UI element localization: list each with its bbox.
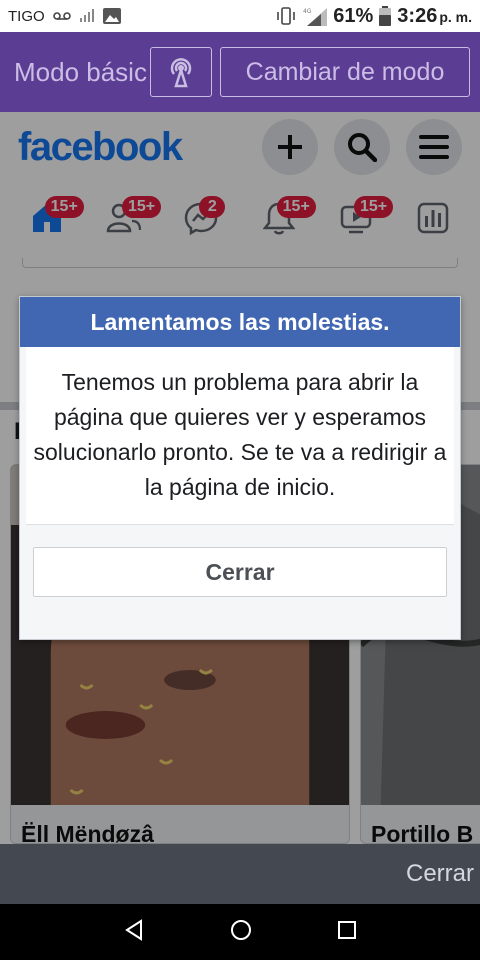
- basic-mode-label: Modo básico: [14, 56, 148, 87]
- free-mode-button[interactable]: [150, 47, 212, 97]
- recents-icon: [338, 920, 357, 939]
- bottom-snackbar: Cerrar: [0, 844, 480, 904]
- wifi-calling-icon: [79, 9, 95, 23]
- signal-icon: 4G: [303, 6, 328, 26]
- back-icon: [124, 918, 142, 941]
- close-dialog-button[interactable]: Cerrar: [33, 547, 447, 597]
- vibrate-icon: [275, 7, 297, 25]
- error-dialog: Lamentamos las molestias. Tenemos un pro…: [19, 296, 461, 640]
- broadcast-icon: [170, 58, 192, 88]
- recents-button[interactable]: [337, 920, 357, 945]
- back-button[interactable]: [123, 918, 145, 946]
- system-nav-bar: [0, 904, 480, 960]
- dialog-title: Lamentamos las molestias.: [20, 297, 460, 347]
- battery-icon: [379, 6, 392, 26]
- change-mode-button[interactable]: Cambiar de modo: [220, 47, 470, 97]
- carrier-label: TIGO: [8, 7, 45, 25]
- dialog-message: Tenemos un problema para abrir la página…: [26, 347, 454, 525]
- snackbar-close-button[interactable]: Cerrar: [406, 860, 474, 888]
- gallery-icon: [102, 8, 121, 24]
- battery-percent: 61%: [333, 4, 374, 27]
- status-bar: TIGO 4G 61% 3:26 p. m.: [0, 0, 480, 32]
- basic-mode-banner: Modo básico Cambiar de modo: [0, 32, 480, 112]
- signal-label: 4G: [303, 8, 312, 15]
- clock: 3:26 p. m.: [397, 4, 472, 27]
- home-button[interactable]: [230, 919, 252, 946]
- home-circle-icon: [230, 919, 251, 940]
- voicemail-icon: [52, 11, 71, 21]
